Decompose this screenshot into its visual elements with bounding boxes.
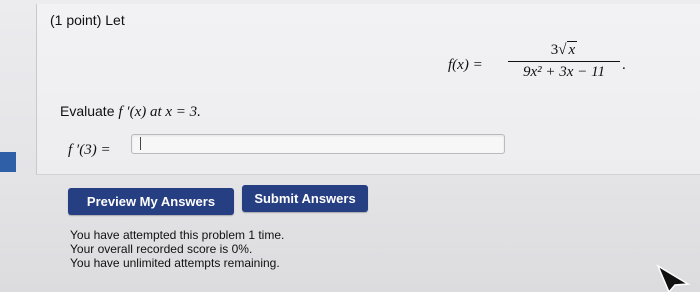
text-caret <box>140 137 141 150</box>
attempts-message: You have attempted this problem 1 time. <box>70 228 285 242</box>
formula-terminator: . <box>622 57 626 73</box>
score-message: Your overall recorded score is 0%. <box>70 242 253 256</box>
points-label: (1 point) Let <box>50 12 125 28</box>
submit-answers-button[interactable]: Submit Answers <box>242 185 368 212</box>
fraction-bar <box>508 61 620 62</box>
formula-fraction: 3√ x 9x² + 3x − 11 <box>508 40 620 81</box>
arrow-pointer-icon <box>656 264 691 292</box>
formula-lhs: f(x) = <box>448 57 483 73</box>
remaining-message: You have unlimited attempts remaining. <box>70 256 280 270</box>
instruction: Evaluate f ′(x) at x = 3. <box>60 103 201 121</box>
formula-numerator: 3√ x <box>508 40 620 60</box>
instruction-prefix: Evaluate <box>60 103 115 119</box>
numerator-radicand: x <box>566 41 578 58</box>
instruction-math: f ′(x) at x = 3. <box>118 104 201 120</box>
answer-input[interactable] <box>131 134 505 154</box>
formula-denominator: 9x² + 3x − 11 <box>523 64 605 80</box>
left-edge-tab[interactable] <box>0 152 16 172</box>
preview-answers-button[interactable]: Preview My Answers <box>68 188 234 215</box>
answer-label: f ′(3) = <box>68 142 111 158</box>
attempt-status: You have attempted this problem 1 time. … <box>70 228 284 270</box>
sqrt-icon: √ <box>558 42 567 58</box>
